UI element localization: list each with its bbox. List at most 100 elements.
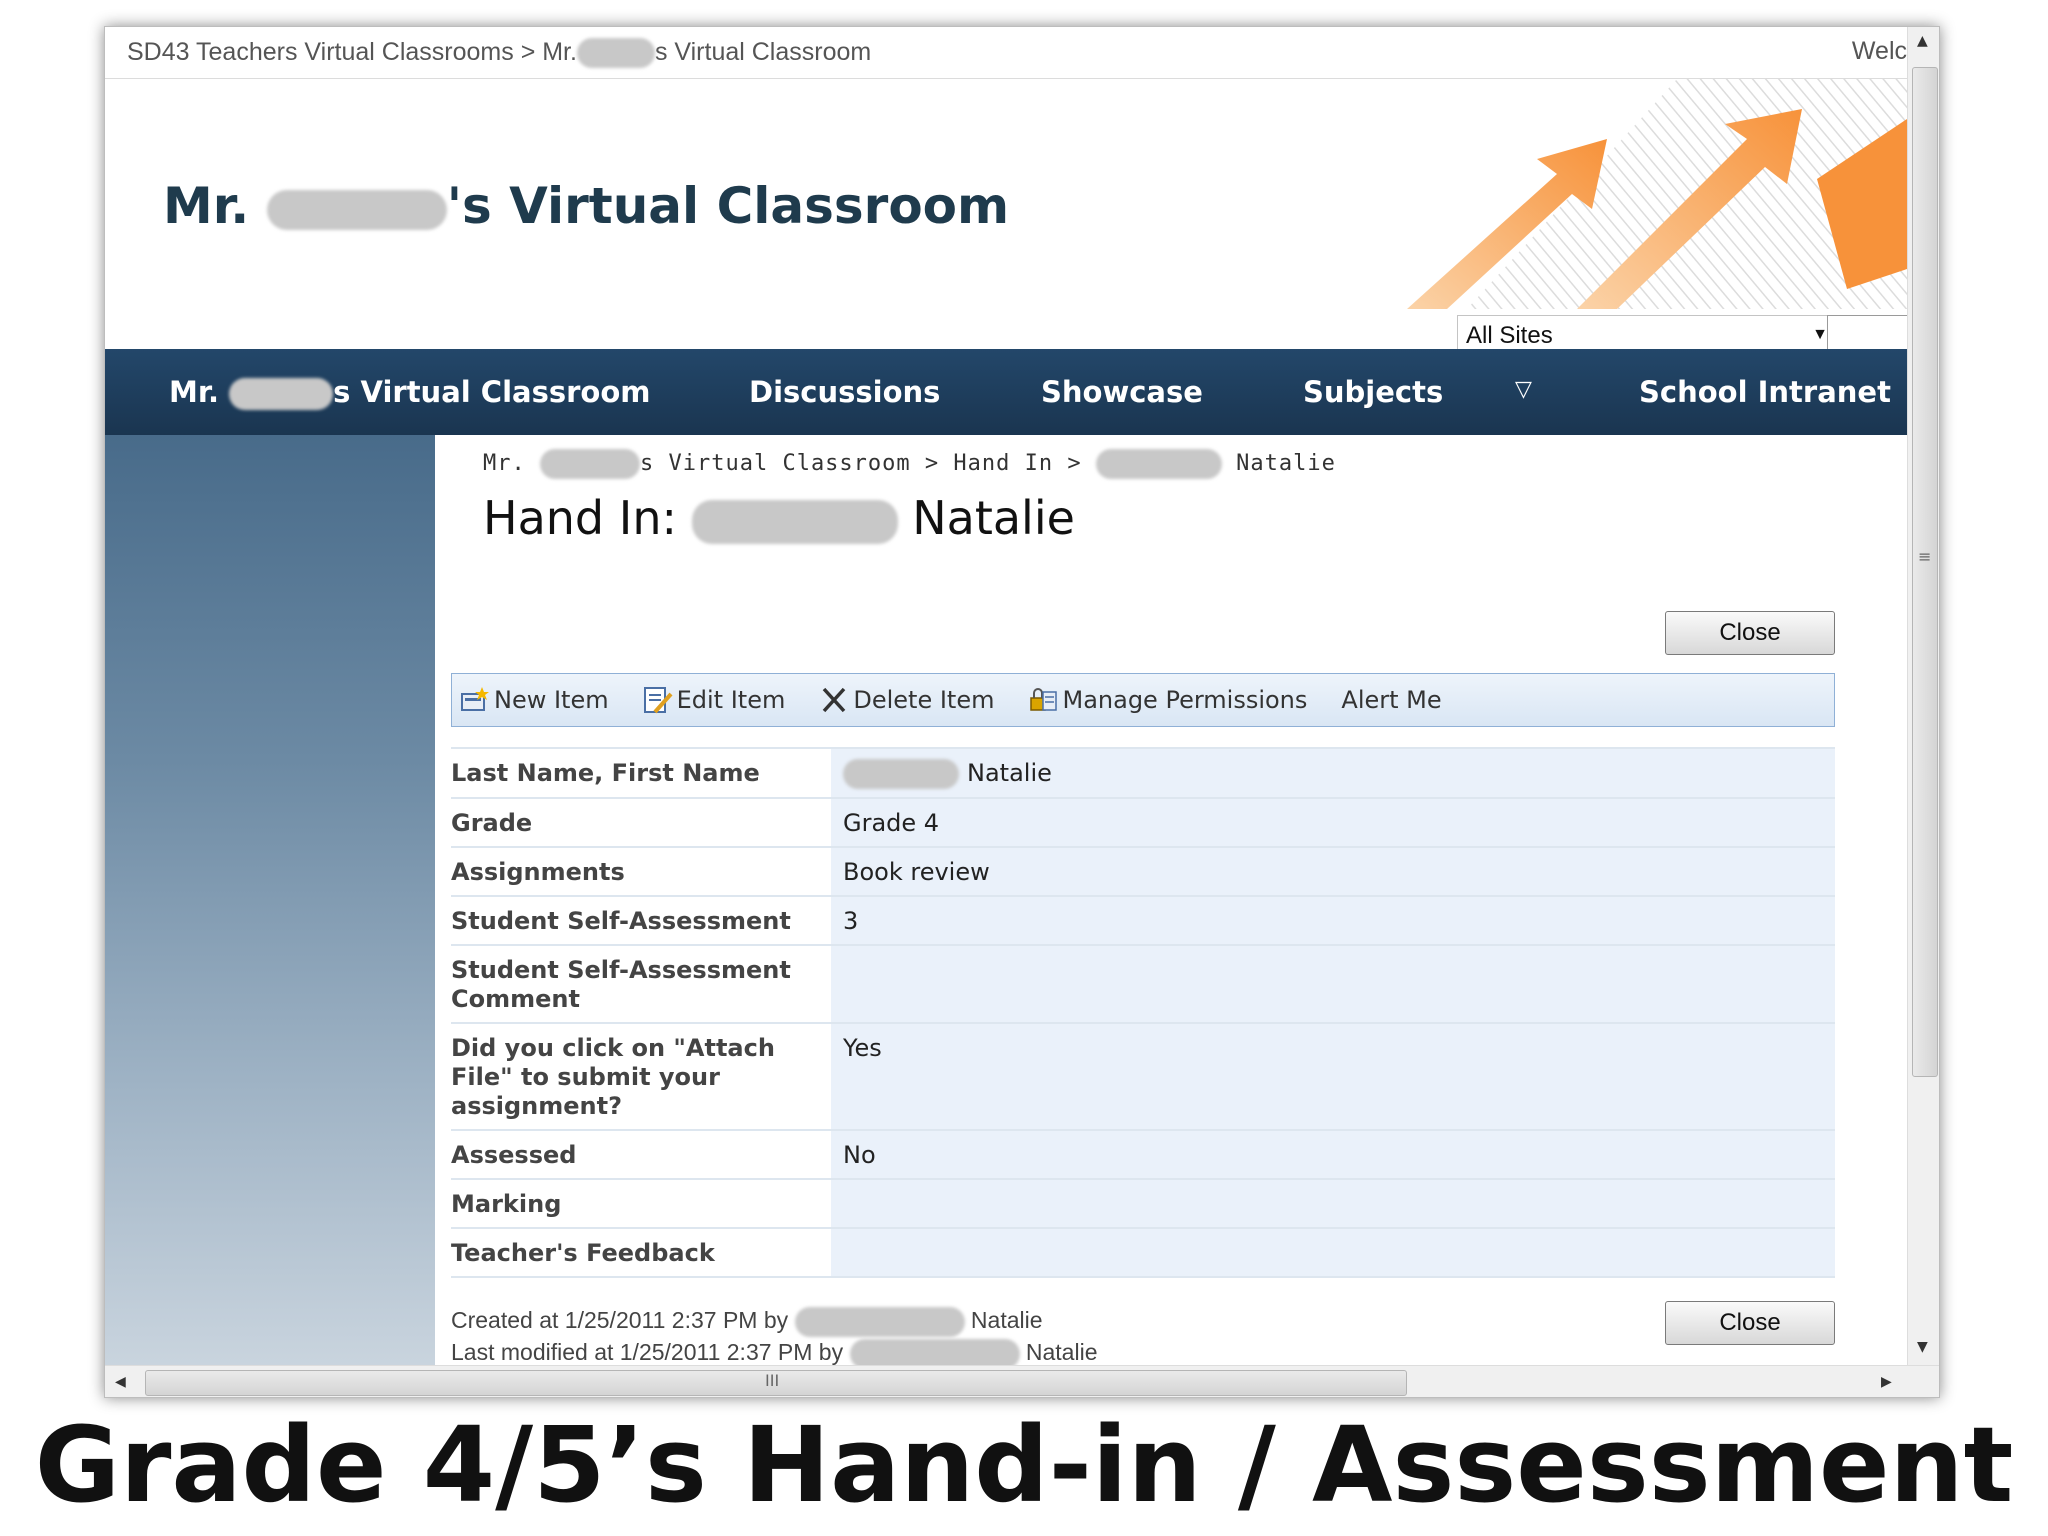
field-label: Grade [451, 809, 533, 837]
new-item-icon [461, 687, 489, 711]
top-navigation: Mr. s Virtual Classroom Discussions Show… [105, 349, 1907, 435]
nav-discussions[interactable]: Discussions [749, 375, 940, 409]
field-label: Student Self-Assessment [451, 907, 791, 935]
alert-me-button[interactable]: Alert Me [1341, 686, 1441, 714]
search-input[interactable] [1827, 315, 1907, 349]
nav-subjects[interactable]: Subjects [1303, 375, 1443, 409]
left-navigation-panel [105, 435, 435, 1365]
redacted-name [540, 449, 640, 479]
scroll-up-icon[interactable]: ▲ [1917, 33, 1928, 49]
modified-text: Last modified at 1/25/2011 2:37 PM by [451, 1338, 844, 1365]
field-value: Book review [831, 848, 1835, 895]
permissions-lock-icon [1030, 688, 1058, 711]
field-value [831, 1229, 1835, 1276]
breadcrumb-hand-in[interactable]: s Virtual Classroom > Hand In > [640, 451, 1082, 476]
nav-school-intranet[interactable]: School Intranet [1639, 375, 1891, 409]
breadcrumb-current: Natalie [1236, 451, 1336, 476]
nav-home-prefix: Mr. [169, 375, 220, 409]
edit-item-icon [643, 687, 673, 714]
header-arrows-graphic [1407, 79, 1907, 309]
field-row-name: Last Name, First Name Natalie [451, 749, 1835, 799]
redacted-name [266, 189, 447, 230]
manage-permissions-button[interactable]: Manage Permissions [1028, 686, 1307, 714]
horizontal-scrollbar[interactable]: ◀ III ▶ [105, 1365, 1939, 1397]
vertical-scrollbar[interactable]: ▲ ≡ ▼ [1907, 27, 1939, 1365]
slide-caption: Grade 4/5’s Hand-in / Assessment [34, 1404, 2014, 1526]
field-row-teacher-feedback: Teacher's Feedback [451, 1229, 1835, 1278]
edit-item-button[interactable]: Edit Item [643, 686, 786, 714]
page-viewport: SD43 Teachers Virtual Classrooms > Mr. s… [105, 27, 1907, 1365]
vertical-scroll-thumb[interactable] [1912, 67, 1938, 1077]
field-value: Grade 4 [831, 799, 1835, 846]
scroll-left-icon[interactable]: ◀ [115, 1374, 126, 1390]
field-label: Did you click on "Attach File" to submit… [451, 1034, 775, 1120]
field-value: Yes [831, 1024, 1835, 1129]
field-row-self-assessment-comment: Student Self-Assessment Comment [451, 946, 1835, 1024]
nav-home[interactable]: Mr. s Virtual Classroom [169, 375, 651, 410]
nav-dropdown-icon[interactable]: ▽ [1515, 377, 1532, 402]
field-row-assignments: Assignments Book review [451, 848, 1835, 897]
site-title: Mr. 's Virtual Classroom [163, 177, 1009, 235]
field-label: Last Name, First Name [451, 759, 760, 787]
delete-x-icon [823, 687, 846, 713]
page-title-prefix: Hand In: [483, 491, 677, 545]
field-value: No [831, 1131, 1835, 1178]
item-toolbar: New Item Edit Item Delete Item Manage Pe… [451, 673, 1835, 727]
field-label: Assessed [451, 1141, 577, 1169]
field-label: Teacher's Feedback [451, 1239, 715, 1267]
browser-window: SD43 Teachers Virtual Classrooms > Mr. s… [104, 26, 1940, 1398]
new-item-button[interactable]: New Item [460, 686, 609, 714]
field-value [831, 946, 1835, 1022]
field-label: Student Self-Assessment Comment [451, 956, 791, 1013]
field-row-assessed: Assessed No [451, 1131, 1835, 1180]
site-title-prefix: Mr. [163, 177, 250, 235]
created-text: Created at 1/25/2011 2:37 PM by [451, 1307, 789, 1333]
dropdown-arrow-icon: ▼ [1812, 326, 1828, 343]
field-value: Natalie [831, 749, 1835, 797]
content-breadcrumb: Mr. s Virtual Classroom > Hand In > Nata… [483, 449, 1336, 479]
edit-item-label: Edit Item [676, 686, 786, 714]
modified-by-name[interactable]: Natalie [1026, 1339, 1098, 1365]
field-row-attach-file: Did you click on "Attach File" to submit… [451, 1024, 1835, 1131]
welcome-menu[interactable]: Welc [1852, 37, 1907, 66]
field-row-self-assessment: Student Self-Assessment 3 [451, 897, 1835, 946]
redacted-name [843, 759, 959, 789]
page-title: Hand In: Natalie [483, 491, 1075, 545]
new-item-label: New Item [494, 686, 609, 714]
item-metadata: Created at 1/25/2011 2:37 PM by Natalie … [451, 1305, 1098, 1365]
created-info: Created at 1/25/2011 2:37 PM by Natalie [451, 1305, 1098, 1337]
field-row-grade: Grade Grade 4 [451, 799, 1835, 848]
redacted-name [576, 37, 655, 68]
field-value: 3 [831, 897, 1835, 944]
scroll-grip-icon: III [765, 1371, 780, 1390]
scroll-right-icon[interactable]: ▶ [1881, 1374, 1892, 1390]
page-title-suffix: Natalie [912, 491, 1075, 545]
redacted-name [229, 378, 334, 410]
search-scope-select[interactable]: All Sites ▼ [1457, 315, 1839, 349]
alert-me-label: Alert Me [1341, 686, 1442, 714]
field-label: Assignments [451, 858, 625, 886]
scroll-down-icon[interactable]: ▼ [1917, 1339, 1928, 1355]
close-button-top[interactable]: Close [1665, 611, 1835, 655]
field-value [831, 1180, 1835, 1227]
close-button-bottom[interactable]: Close [1665, 1301, 1835, 1345]
breadcrumb-home[interactable]: Mr. [483, 451, 526, 476]
modified-info: Last modified at 1/25/2011 2:37 PM by Na… [451, 1337, 1098, 1365]
redacted-name [691, 499, 898, 544]
site-header: Mr. 's Virtual Classroom All Sites ▼ [105, 79, 1907, 349]
created-by-name[interactable]: Natalie [971, 1307, 1043, 1333]
search-scope-value: All Sites [1466, 322, 1553, 349]
nav-showcase[interactable]: Showcase [1041, 375, 1203, 409]
delete-item-button[interactable]: Delete Item [819, 686, 994, 714]
main-content: Mr. s Virtual Classroom > Hand In > Nata… [435, 435, 1907, 1365]
top-breadcrumb-text[interactable]: SD43 Teachers Virtual Classrooms > Mr. [127, 38, 577, 67]
field-label: Marking [451, 1190, 562, 1218]
manage-permissions-label: Manage Permissions [1062, 686, 1308, 714]
scroll-grip-icon: ≡ [1918, 547, 1932, 566]
top-breadcrumb-current: s Virtual Classroom [654, 38, 872, 66]
site-title-suffix: 's Virtual Classroom [446, 177, 1010, 235]
item-properties-table: Last Name, First Name Natalie Grade Grad… [451, 747, 1835, 1278]
top-breadcrumb-bar: SD43 Teachers Virtual Classrooms > Mr. s… [105, 27, 1907, 79]
redacted-name [849, 1338, 1020, 1365]
nav-home-suffix: s Virtual Classroom [333, 375, 651, 409]
